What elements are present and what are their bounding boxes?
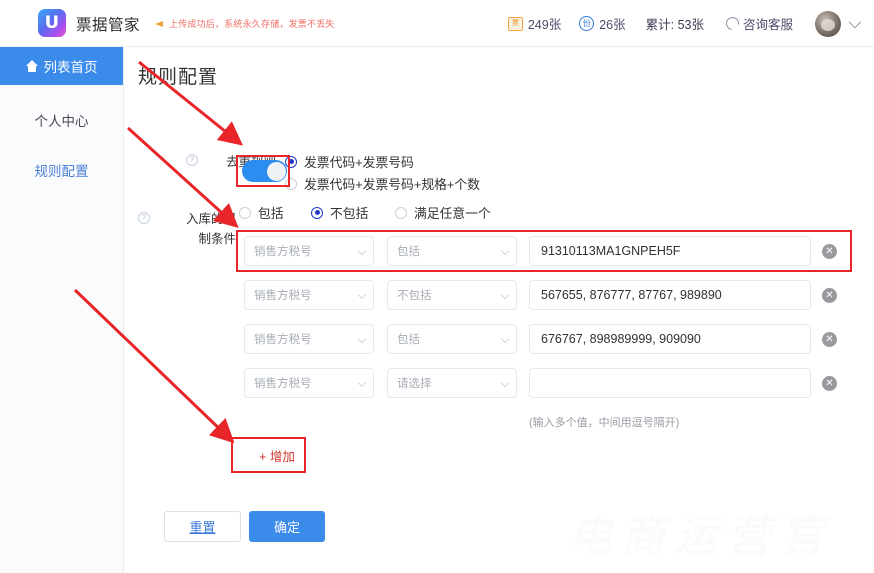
- condition-value-text-1: 567655, 876777, 87767, 989890: [541, 288, 722, 302]
- stat-invoice-value: 249张: [527, 18, 562, 32]
- confirm-button[interactable]: 确定: [249, 511, 325, 542]
- sidebar-item-personal-center[interactable]: 个人中心: [0, 101, 123, 139]
- add-condition-button[interactable]: + 增加: [247, 442, 307, 468]
- condition-operator-value-3: 请选择: [397, 378, 432, 390]
- condition-row: 销售方税号 包括 91310113MA1GNPEH5F ✕: [124, 236, 874, 266]
- condition-value-text-0: 91310113MA1GNPEH5F: [541, 244, 681, 258]
- condition-field-value-2: 销售方税号: [254, 334, 312, 346]
- match-option-exclude-label: 不包括: [330, 206, 369, 221]
- circle-badge-icon: 份: [579, 16, 595, 31]
- condition-value-input-0[interactable]: 91310113MA1GNPEH5F: [529, 236, 811, 266]
- condition-operator-value-0: 包括: [397, 246, 420, 258]
- chevron-down-icon: [357, 378, 367, 388]
- avatar[interactable]: [815, 10, 841, 37]
- close-circle-icon[interactable]: ✕: [822, 332, 837, 347]
- radio-dot-icon: [311, 206, 323, 219]
- radio-dot-icon: [239, 206, 251, 219]
- condition-value-text-2: 676767, 898989999, 909090: [541, 332, 701, 346]
- dedupe-option-1[interactable]: 发票代码+发票号码+规格+个数: [285, 174, 480, 193]
- invoice-badge-icon: 票: [507, 16, 523, 31]
- condition-row: 销售方税号 包括 676767, 898989999, 909090 ✕: [124, 324, 874, 354]
- chevron-down-icon[interactable]: [848, 15, 862, 29]
- stat-second-count[interactable]: 份 26张: [579, 14, 626, 33]
- customer-service-button[interactable]: 咨询客服: [723, 14, 793, 33]
- condition-field-select-1[interactable]: 销售方税号: [244, 280, 374, 310]
- dedupe-help-icon[interactable]: ?: [186, 154, 198, 166]
- megaphone-icon: [155, 18, 166, 29]
- announcement-banner: 上传成功后，系统永久存储，发票不丢失: [155, 17, 335, 30]
- chevron-down-icon: [500, 334, 510, 344]
- customer-service-label: 咨询客服: [742, 18, 793, 32]
- condition-field-value-3: 销售方税号: [254, 378, 312, 390]
- condition-row: 销售方税号 请选择 ✕: [124, 368, 874, 398]
- condition-row: 销售方税号 不包括 567655, 876777, 87767, 989890 …: [124, 280, 874, 310]
- sidebar-item-home[interactable]: 列表首页: [0, 47, 123, 85]
- condition-field-value-1: 销售方税号: [254, 290, 312, 302]
- condition-operator-select-1[interactable]: 不包括: [387, 280, 517, 310]
- main-content: 规则配置 ? 去重规则 发票代码+发票号码 发票代码+发票号码+规格+个数 ? …: [124, 47, 874, 573]
- dedupe-option-0-label: 发票代码+发票号码: [304, 155, 414, 170]
- dedupe-option-0[interactable]: 发票代码+发票号码: [285, 152, 414, 171]
- stat-cumulative: 累计: 53张: [646, 14, 704, 33]
- condition-field-select-3[interactable]: 销售方税号: [244, 368, 374, 398]
- condition-value-input-1[interactable]: 567655, 876777, 87767, 989890: [529, 280, 811, 310]
- brand-name: 票据管家: [76, 17, 141, 34]
- condition-field-value-0: 销售方税号: [254, 246, 312, 258]
- sidebar-item-rule-config[interactable]: 规则配置: [0, 151, 123, 189]
- sidebar: 列表首页 个人中心 规则配置: [0, 47, 124, 573]
- app-root: U 票据管家 上传成功后，系统永久存储，发票不丢失 票 249张 份 26张 累…: [0, 0, 874, 573]
- stat-second-value: 26张: [599, 18, 626, 32]
- radio-dot-icon: [285, 155, 297, 168]
- match-option-any-label: 满足任意一个: [414, 206, 491, 221]
- radio-dot-icon: [395, 206, 407, 219]
- sidebar-item-personal-center-label: 个人中心: [34, 114, 89, 129]
- condition-field-select-2[interactable]: 销售方税号: [244, 324, 374, 354]
- brand-logo-icon: U: [38, 9, 66, 37]
- radio-dot-icon: [285, 177, 297, 190]
- condition-field-select-0[interactable]: 销售方税号: [244, 236, 374, 266]
- chevron-down-icon: [500, 378, 510, 388]
- condition-operator-value-1: 不包括: [397, 290, 432, 302]
- match-option-include[interactable]: 包括: [239, 203, 284, 222]
- condition-value-input-2[interactable]: 676767, 898989999, 909090: [529, 324, 811, 354]
- logo-glyph: U: [44, 12, 60, 33]
- match-option-exclude[interactable]: 不包括: [311, 203, 368, 222]
- condition-operator-select-3[interactable]: 请选择: [387, 368, 517, 398]
- chevron-down-icon: [500, 290, 510, 300]
- toggle-knob: [266, 161, 286, 181]
- match-option-include-label: 包括: [258, 206, 284, 221]
- sidebar-item-home-label: 列表首页: [43, 60, 98, 75]
- announcement-text: 上传成功后，系统永久存储，发票不丢失: [169, 19, 335, 29]
- header-right-cluster: 票 249张 份 26张 累计: 53张 咨询客服: [490, 0, 862, 47]
- chevron-down-icon: [357, 290, 367, 300]
- dedupe-option-1-label: 发票代码+发票号码+规格+个数: [304, 177, 480, 192]
- close-circle-icon[interactable]: ✕: [822, 376, 837, 391]
- condition-value-input-3[interactable]: [529, 368, 811, 398]
- condition-operator-select-2[interactable]: 包括: [387, 324, 517, 354]
- app-header: U 票据管家 上传成功后，系统永久存储，发票不丢失 票 249张 份 26张 累…: [0, 0, 874, 47]
- value-format-hint: (输入多个值，中间用逗号隔开): [529, 417, 680, 429]
- reset-button[interactable]: 重置: [164, 511, 241, 542]
- match-option-any[interactable]: 满足任意一个: [395, 203, 491, 222]
- stat-cumulative-text: 累计: 53张: [645, 18, 704, 32]
- limit-toggle-switch[interactable]: [242, 160, 287, 182]
- headset-icon: [723, 14, 742, 33]
- close-circle-icon[interactable]: ✕: [822, 244, 837, 259]
- page-title: 规则配置: [138, 67, 219, 88]
- limit-label-line1: 入库的限: [185, 212, 236, 226]
- condition-operator-select-0[interactable]: 包括: [387, 236, 517, 266]
- home-icon: [25, 60, 39, 72]
- condition-operator-value-2: 包括: [397, 334, 420, 346]
- chevron-down-icon: [357, 246, 367, 256]
- close-circle-icon[interactable]: ✕: [822, 288, 837, 303]
- chevron-down-icon: [357, 334, 367, 344]
- sidebar-item-rule-config-label: 规则配置: [34, 164, 89, 179]
- stat-invoice-count[interactable]: 票 249张: [507, 14, 562, 33]
- limit-help-icon[interactable]: ?: [138, 212, 150, 224]
- chevron-down-icon: [500, 246, 510, 256]
